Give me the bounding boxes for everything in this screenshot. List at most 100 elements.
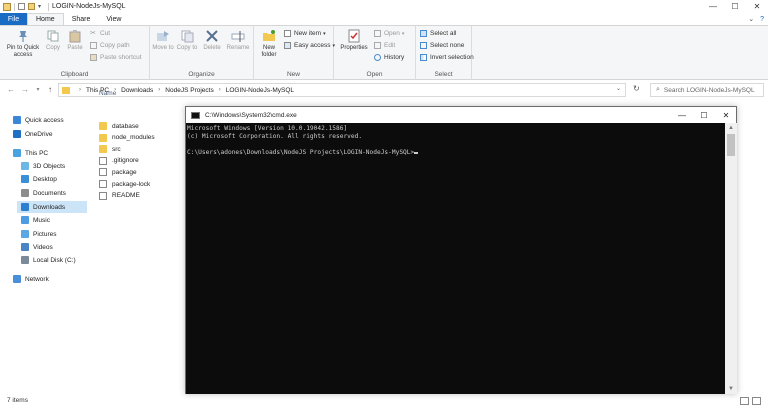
scroll-up-arrow-icon[interactable]: ▲: [725, 123, 737, 133]
back-arrow-icon[interactable]: ←: [5, 85, 17, 94]
file-row[interactable]: src: [99, 144, 121, 154]
select-none-button[interactable]: Select none: [420, 42, 464, 49]
file-row[interactable]: README: [99, 191, 140, 201]
edit-button[interactable]: Edit: [374, 42, 395, 49]
video-icon: [21, 243, 29, 251]
help-icon[interactable]: ?: [760, 16, 764, 23]
chevron-right-icon[interactable]: ›: [79, 87, 81, 93]
open-button[interactable]: Open ▾: [374, 30, 404, 37]
tab-share[interactable]: Share: [64, 13, 99, 25]
cmd-minimize-button[interactable]: —: [671, 107, 693, 123]
sidebar-item-label: This PC: [25, 149, 49, 157]
cmd-window[interactable]: C:\Windows\System32\cmd.exe — ☐ ✕ Micros…: [185, 106, 737, 394]
cut-label: Cut: [100, 30, 111, 37]
file-icon: [99, 180, 107, 188]
file-name: src: [112, 145, 121, 153]
chevron-down-icon: ▾: [323, 30, 326, 37]
sidebar-item-desktop[interactable]: Desktop: [21, 173, 57, 185]
paste-shortcut-button[interactable]: Paste shortcut: [90, 54, 142, 61]
move-to-button[interactable]: Move to: [152, 29, 174, 52]
cmd-scrollbar[interactable]: ▲ ▼: [725, 123, 737, 394]
select-group: Select all Select none Invert selection …: [416, 26, 474, 80]
rename-button[interactable]: Rename: [226, 29, 250, 52]
scroll-down-arrow-icon[interactable]: ▼: [725, 384, 737, 394]
file-row[interactable]: package: [99, 167, 137, 177]
details-view-icon[interactable]: [740, 397, 749, 405]
address-bar[interactable]: › This PC › Downloads › NodeJS Projects …: [58, 83, 626, 97]
copy-path-button[interactable]: Copy path: [90, 42, 130, 49]
chevron-right-icon[interactable]: ›: [158, 87, 160, 93]
sidebar-item-quick-access[interactable]: Quick access: [13, 114, 64, 126]
minimize-button[interactable]: —: [702, 0, 724, 13]
folder-icon: [99, 133, 107, 142]
sidebar-item-label: 3D Objects: [33, 162, 66, 170]
properties-button[interactable]: Properties: [337, 29, 371, 52]
chevron-right-icon[interactable]: ›: [219, 87, 221, 93]
file-row[interactable]: .gitignore: [99, 156, 139, 166]
cmd-maximize-button[interactable]: ☐: [693, 107, 715, 123]
forward-arrow-icon[interactable]: →: [19, 85, 31, 94]
column-header-name[interactable]: Name: [99, 90, 116, 97]
easy-access-button[interactable]: Easy access ▾: [284, 42, 335, 49]
sidebar-item-pictures[interactable]: Pictures: [21, 228, 56, 240]
maximize-button[interactable]: ☐: [724, 0, 746, 13]
customize-quick-access-icon[interactable]: ▾: [38, 3, 41, 10]
file-name: package: [112, 168, 137, 176]
new-folder-button[interactable]: New folder: [257, 29, 281, 59]
sidebar-item-network[interactable]: Network: [13, 273, 49, 285]
cmd-console[interactable]: Microsoft Windows [Version 10.0.19042.15…: [186, 123, 725, 394]
properties-quick-icon[interactable]: [18, 3, 25, 10]
sidebar-item-this-pc[interactable]: This PC: [13, 147, 48, 159]
pin-quick-access-button[interactable]: Pin to Quick access: [4, 29, 42, 59]
sidebar-item-label: Quick access: [25, 116, 64, 124]
sidebar-item-videos[interactable]: Videos: [21, 241, 53, 253]
separator: [14, 2, 15, 11]
address-dropdown-icon[interactable]: ⌄: [616, 85, 621, 92]
file-row[interactable]: package-lock: [99, 179, 150, 189]
folder-icon: [99, 122, 107, 130]
sidebar-item-local-disk-c[interactable]: Local Disk (C:): [21, 254, 76, 266]
tab-file[interactable]: File: [0, 13, 27, 25]
close-button[interactable]: ✕: [746, 0, 768, 13]
up-arrow-icon[interactable]: ↑: [44, 85, 56, 94]
cmd-titlebar[interactable]: C:\Windows\System32\cmd.exe — ☐ ✕: [186, 107, 736, 123]
chevron-down-icon: ▾: [401, 30, 405, 37]
paste-button[interactable]: Paste: [65, 29, 85, 52]
invert-selection-button[interactable]: Invert selection: [420, 54, 474, 61]
refresh-icon[interactable]: ↻: [633, 84, 640, 93]
tab-home[interactable]: Home: [27, 13, 64, 25]
search-box[interactable]: ⌕ Search LOGIN-NodeJs-MySQL: [650, 83, 764, 97]
new-folder-quick-icon[interactable]: [28, 3, 35, 10]
scroll-thumb[interactable]: [727, 134, 735, 156]
file-row[interactable]: node_modules: [99, 133, 155, 143]
large-icons-view-icon[interactable]: [752, 397, 761, 405]
breadcrumb-downloads[interactable]: Downloads: [121, 87, 153, 94]
sidebar-item-downloads[interactable]: Downloads: [17, 201, 87, 213]
copy-to-button[interactable]: Copy to: [176, 29, 198, 52]
copy-path-label: Copy path: [100, 42, 130, 49]
cut-button[interactable]: ✂ Cut: [90, 30, 110, 37]
sidebar-item-3d-objects[interactable]: 3D Objects: [21, 160, 65, 172]
collapse-ribbon-icon[interactable]: ⌄: [748, 15, 754, 23]
copy-button[interactable]: Copy: [44, 29, 62, 52]
file-name: node_modules: [112, 134, 155, 142]
picture-icon: [21, 230, 29, 238]
sidebar-item-documents[interactable]: Documents: [21, 187, 66, 199]
file-row[interactable]: database: [99, 121, 139, 131]
delete-button[interactable]: Delete: [201, 29, 223, 52]
recent-locations-icon[interactable]: ▾: [32, 86, 44, 93]
sidebar-item-onedrive[interactable]: OneDrive: [13, 128, 52, 140]
cmd-cursor: [414, 152, 419, 154]
breadcrumb-current-folder[interactable]: LOGIN-NodeJs-MySQL: [226, 87, 294, 94]
tab-view[interactable]: View: [98, 13, 129, 25]
breadcrumb-nodejs-projects[interactable]: NodeJS Projects: [165, 87, 213, 94]
file-icon: [99, 156, 107, 165]
cmd-close-button[interactable]: ✕: [715, 107, 737, 123]
select-all-button[interactable]: Select all: [420, 30, 456, 37]
new-item-button[interactable]: New item ▾: [284, 30, 326, 37]
sidebar-item-label: Local Disk (C:): [33, 256, 76, 264]
move-to-icon: [157, 31, 169, 41]
sidebar-item-music[interactable]: Music: [21, 214, 50, 226]
file-name: package-lock: [112, 180, 151, 188]
history-button[interactable]: History: [374, 54, 404, 61]
